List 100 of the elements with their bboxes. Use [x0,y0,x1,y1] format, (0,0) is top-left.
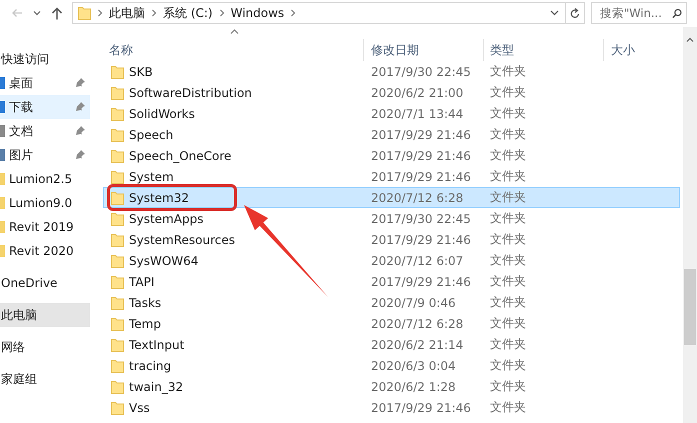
sidebar-item[interactable]: 桌面 [0,71,90,95]
file-name: SKB [129,64,154,80]
type-cell-text: 文件夹 [489,252,527,269]
date-cell-text: 2017/9/29 21:46 [370,168,472,186]
file-name: SysWOW64 [129,252,200,268]
date-cell-text: 2017/9/29 21:46 [370,126,472,144]
breadcrumb[interactable]: Windows [230,6,284,20]
date-cell-text: 2020/6/2 21:00 [370,84,464,102]
chevron-icon [97,9,103,17]
date-cell-text: 2020/7/12 6:28 [370,190,464,206]
sidebar-item[interactable]: 文档 [0,119,90,143]
search-icon [672,8,682,18]
sidebar-item[interactable]: 下载 [0,95,90,119]
type-cell-text: 文件夹 [489,399,527,416]
file-row[interactable]: twain_32 2020/6/2 1:28 文件夹 [103,376,680,397]
file-row[interactable]: Tasks 2020/7/9 0:46 文件夹 [103,292,680,313]
scrollbar[interactable] [683,27,697,423]
dropdown-icon[interactable] [550,10,559,16]
type-cell-text: 文件夹 [489,189,527,206]
date-cell-text: 2017/9/30 22:45 [370,64,472,80]
file-name: Vss [129,400,151,416]
chevron-icon [151,9,157,17]
type-cell-text: 文件夹 [489,63,527,80]
breadcrumb[interactable]: 系统 (C:) [163,4,213,22]
date-cell-text: 2020/7/12 6:28 [370,316,464,332]
file-row[interactable]: SKB 2017/9/30 22:45 文件夹 [103,61,680,82]
date-cell-text: 2017/9/29 21:46 [370,274,472,290]
breadcrumb[interactable]: 此电脑 [109,4,145,22]
file-row[interactable]: Vss 2017/9/29 21:46 文件夹 [103,397,680,418]
file-row[interactable]: TAPI 2017/9/29 21:46 文件夹 [103,271,680,292]
file-name: SoftwareDistribution [129,84,253,100]
file-name: tracing [129,358,172,374]
file-name: System [129,168,175,184]
date-cell-text: 2020/6/2 1:28 [370,378,457,396]
date-cell-text: 2017/9/29 21:46 [370,148,472,164]
file-name: System32 [129,190,190,206]
sort-caret-icon [230,29,239,34]
sidebar-item[interactable]: 快速访问 [0,47,90,71]
type-cell-text: 文件夹 [489,147,527,164]
sidebar-item[interactable]: 图片 [0,143,90,167]
sidebar-item[interactable]: OneDrive [0,271,90,295]
sidebar-item[interactable]: 网络 [0,335,90,359]
file-row[interactable]: TextInput 2020/6/2 21:14 文件夹 [103,334,680,355]
file-row[interactable]: SolidWorks 2020/7/1 13:44 文件夹 [103,103,680,124]
up-arrow-icon [51,6,63,20]
file-name: twain_32 [129,378,184,394]
file-name: Temp [129,316,162,332]
file-row[interactable]: SystemApps 2017/9/30 22:45 文件夹 [103,208,680,229]
file-row[interactable]: SystemResources 2017/9/29 21:46 文件夹 [103,229,680,250]
date-cell-text: 2020/7/9 0:46 [370,294,457,312]
file-name: Tasks [129,294,162,310]
scroll-thumb[interactable] [684,269,696,345]
file-row[interactable]: SysWOW64 2020/7/12 6:07 文件夹 [103,250,680,271]
column-header[interactable]: 大小 [603,39,680,61]
type-cell-text: 文件夹 [489,126,527,143]
type-cell-text: 文件夹 [489,210,527,227]
file-name: Speech_OneCore [129,148,232,164]
type-cell-text: 文件夹 [489,231,527,248]
column-header[interactable]: 类型 [483,39,603,61]
sidebar-item[interactable]: Revit 2019 [0,215,90,239]
file-name: SystemResources [129,232,236,248]
type-cell-text: 文件夹 [489,336,527,353]
file-row[interactable]: Temp 2020/7/12 6:28 文件夹 [103,313,680,334]
type-cell-text: 文件夹 [489,315,527,332]
file-name: TAPI [129,274,156,290]
type-cell-text: 文件夹 [489,378,527,395]
file-row[interactable]: System 2017/9/29 21:46 文件夹 [103,166,680,187]
file-row[interactable]: tracing 2020/6/3 0:04 文件夹 [103,355,680,376]
file-name: SolidWorks [129,106,196,122]
sidebar-item[interactable]: Lumion2.5 [0,167,90,191]
type-cell-text: 文件夹 [489,84,527,101]
back-arrow-icon [11,8,23,18]
type-cell-text: 文件夹 [489,273,527,290]
sidebar-item[interactable]: Lumion9.0 [0,191,90,215]
file-name: TextInput [129,336,186,352]
sidebar-item[interactable]: Revit 2020 [0,239,90,263]
sidebar-item[interactable]: 此电脑 [0,303,90,327]
date-cell-text: 2020/6/3 0:04 [370,358,457,374]
date-cell-text: 2020/7/1 13:44 [370,106,464,122]
file-row[interactable]: SoftwareDistribution 2020/6/2 21:00 文件夹 [103,82,680,103]
address-bar[interactable]: 此电脑 系统 (C:) Windows [72,2,585,24]
file-name: SystemApps [129,210,204,226]
chevron-down-icon [33,10,41,16]
type-cell-text: 文件夹 [489,168,527,185]
chevron-icon [290,9,296,17]
type-cell-text: 文件夹 [489,294,527,311]
sidebar-item[interactable]: 家庭组 [0,367,90,391]
scroll-up-icon[interactable] [686,37,694,42]
type-cell-text: 文件夹 [489,105,527,122]
file-row[interactable]: Speech_OneCore 2017/9/29 21:46 文件夹 [103,145,680,166]
chevron-icon [218,9,225,17]
file-name: Speech [129,126,174,142]
column-header[interactable]: 名称 [103,39,363,61]
search-field[interactable]: 搜索"Win... [591,2,687,24]
file-row[interactable]: System32 2020/7/12 6:28 文件夹 [103,187,680,208]
type-cell-text: 文件夹 [489,357,527,374]
column-header[interactable]: 修改日期 [363,39,483,61]
date-cell-text: 2017/9/29 21:46 [370,232,472,248]
file-row[interactable]: Speech 2017/9/29 21:46 文件夹 [103,124,680,145]
date-cell-text: 2017/9/29 21:46 [370,400,472,416]
